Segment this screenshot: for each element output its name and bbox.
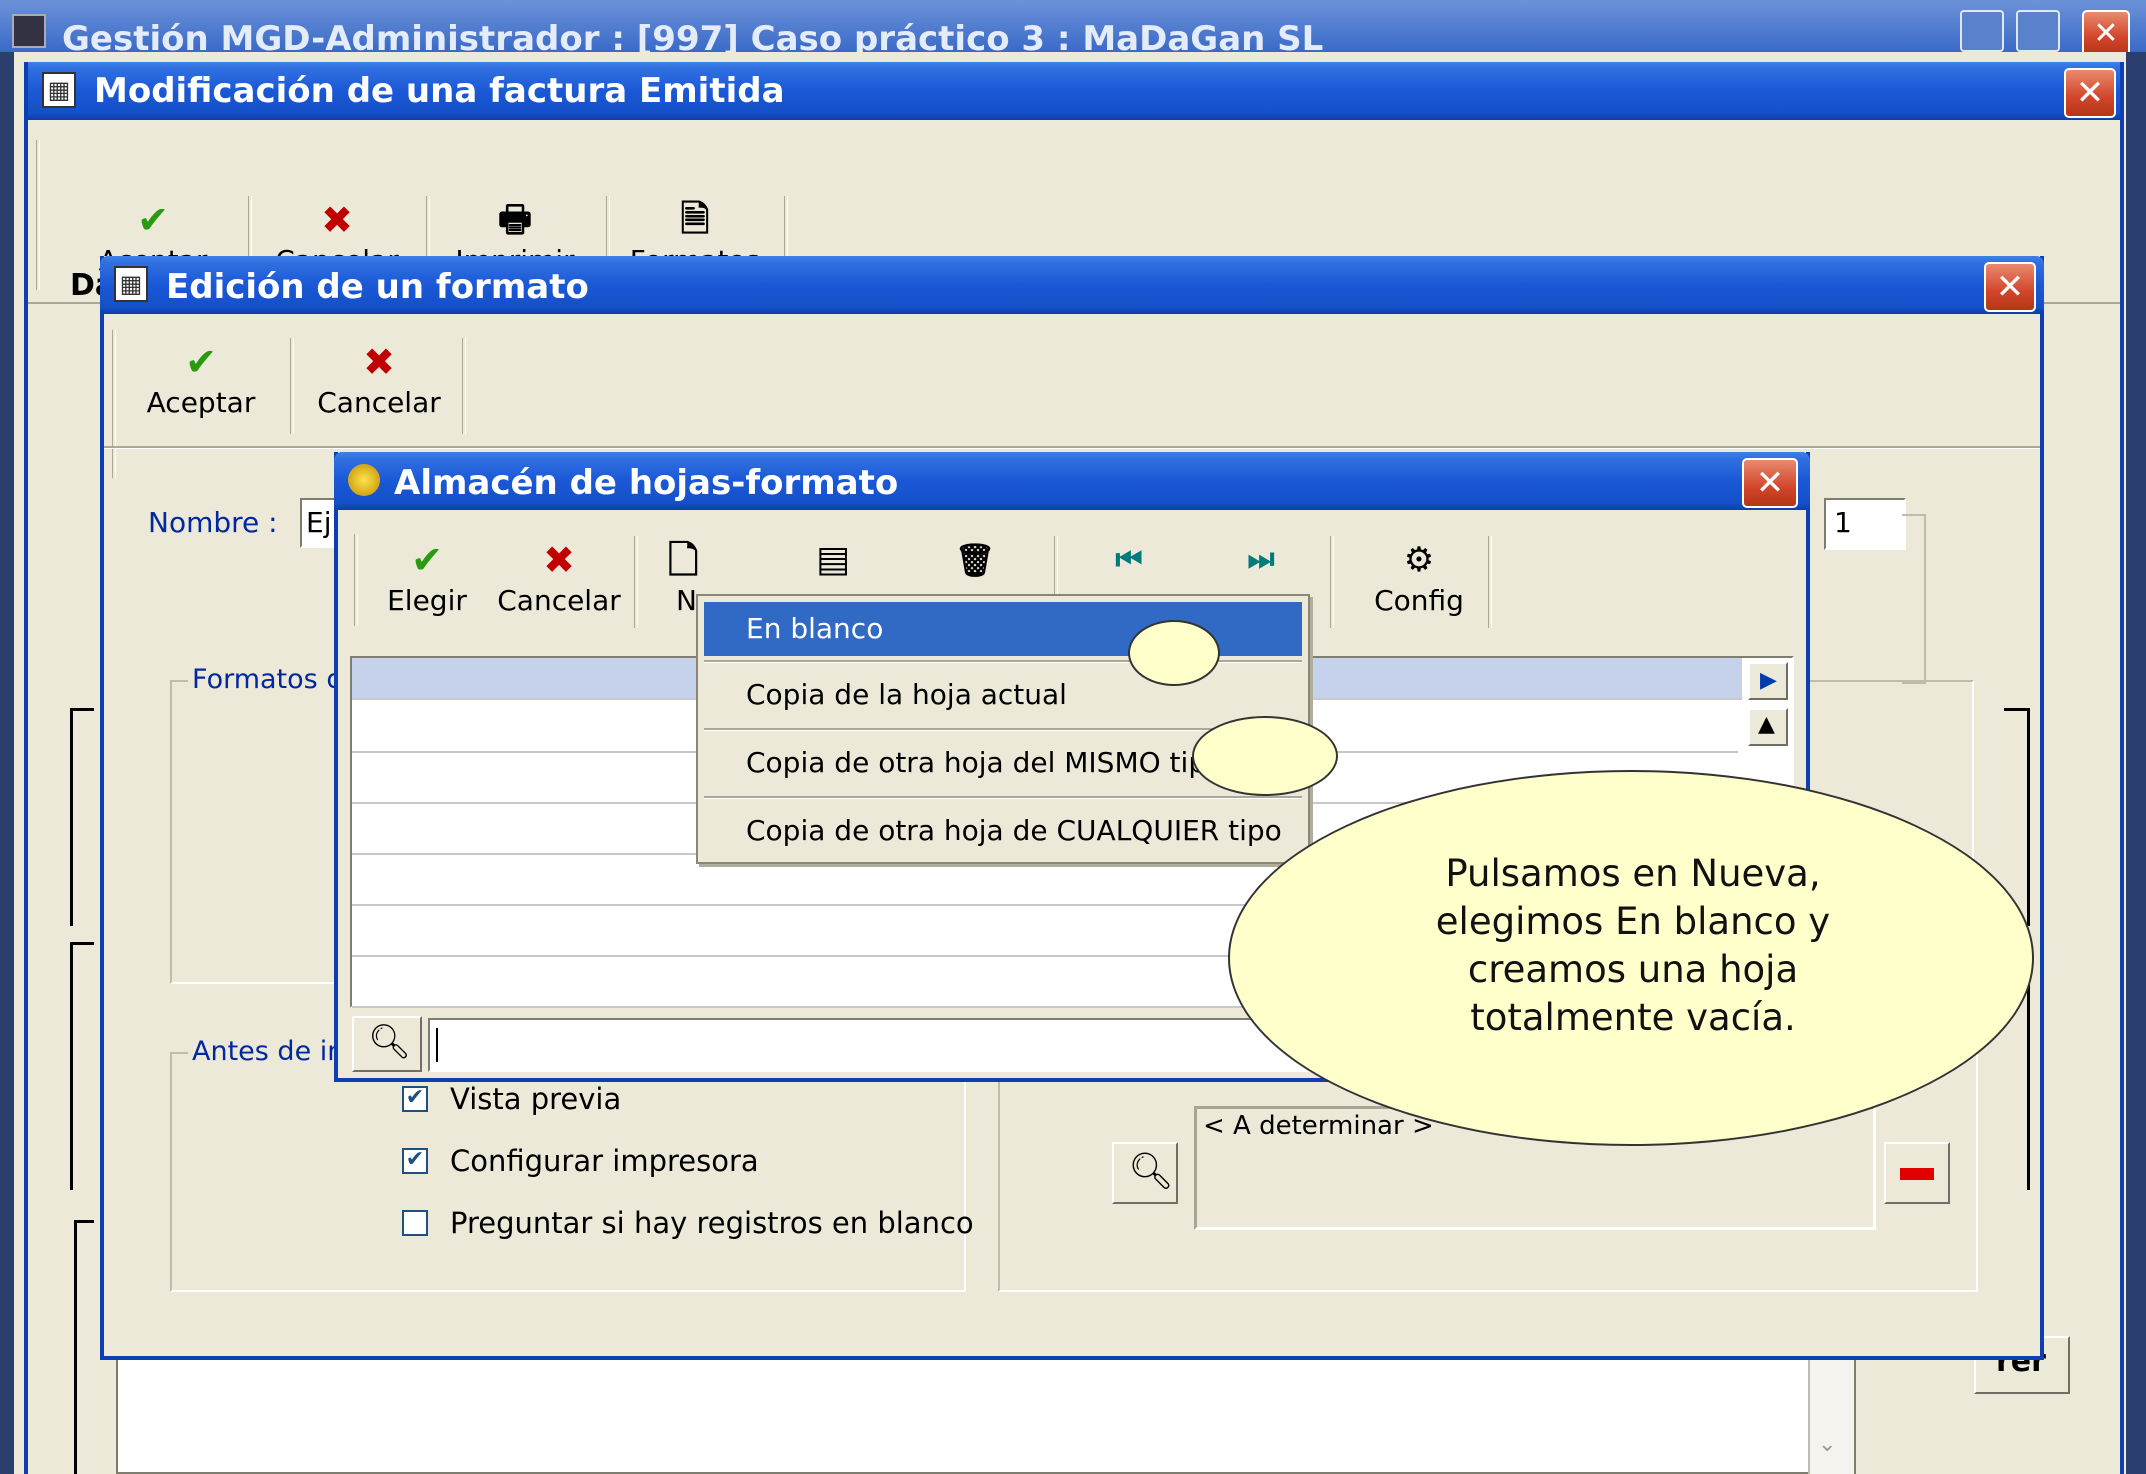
grid-next-column-button[interactable]: ▶ xyxy=(1748,662,1788,700)
formats-group-label: Formatos d xyxy=(188,664,348,696)
main-titlebar: Gestión MGD-Administrador : [997] Caso p… xyxy=(0,0,2146,52)
up-arrow-icon: ▲ xyxy=(1758,712,1775,737)
cancel-label: Cancelar xyxy=(497,584,621,617)
last-record-button[interactable]: ⏭ xyxy=(1216,536,1306,584)
menu-item-blank-label: En blanco xyxy=(746,612,884,645)
first-record-button[interactable]: ⏮ xyxy=(1084,536,1174,584)
choose-button[interactable]: ✔ Elegir xyxy=(362,536,492,618)
minimize-button[interactable] xyxy=(1960,10,2004,52)
delete-button[interactable]: 🗑 xyxy=(940,536,1010,584)
trash-icon: 🗑 xyxy=(954,541,996,579)
notes-scrollbar[interactable]: ⌄ xyxy=(1808,1354,1854,1474)
store-titlebar: Almacén de hojas-formato ✕ xyxy=(334,452,1810,510)
remove-printer-button[interactable] xyxy=(1884,1142,1950,1204)
gear-icon: ⚙ xyxy=(1403,540,1435,580)
callout-text: Pulsamos en Nueva, elegimos En blanco y … xyxy=(1435,852,1831,1039)
new-document-icon: 🗋 xyxy=(668,538,699,582)
format-window-title: Edición de un formato xyxy=(166,267,589,307)
cancel-label: Cancelar xyxy=(317,386,441,419)
app-icon xyxy=(12,14,46,48)
formats-icon: 🗎 xyxy=(680,199,710,240)
sheet-icon: ▤ xyxy=(815,539,850,580)
store-cancel-button[interactable]: ✖ Cancelar xyxy=(494,536,624,618)
config-label: Config xyxy=(1374,584,1464,617)
preview-label: Vista previa xyxy=(450,1082,622,1116)
config-button[interactable]: ⚙ Config xyxy=(1354,536,1484,618)
name-field-value: Ej xyxy=(306,506,332,539)
checkmark-icon: ✔ xyxy=(411,538,443,582)
format-cancel-button[interactable]: ✖ Cancelar xyxy=(294,338,464,420)
callout-dot-medium xyxy=(1192,716,1338,796)
notes-area[interactable]: ⌄ xyxy=(116,1352,1856,1474)
printer-search-button[interactable]: 🔍︎ xyxy=(1112,1142,1178,1204)
text-cursor xyxy=(436,1028,438,1062)
tutorial-callout: Pulsamos en Nueva, elegimos En blanco y … xyxy=(1228,770,2034,1146)
store-close-button[interactable]: ✕ xyxy=(1742,458,1798,508)
window-icon: ▦ xyxy=(42,72,76,108)
restore-button[interactable] xyxy=(2016,10,2060,52)
name-label: Nombre : xyxy=(148,506,278,539)
cross-icon: ✖ xyxy=(543,538,575,582)
printer-icon: 🖶 xyxy=(498,199,532,240)
invoice-window-title: Modificación de una factura Emitida xyxy=(94,71,785,111)
callout-dot-small xyxy=(1128,620,1220,686)
ask-blank-records-checkbox[interactable] xyxy=(402,1210,428,1236)
checkmark-icon: ✔ xyxy=(185,340,217,384)
invoice-close-button[interactable]: ✕ xyxy=(2064,68,2116,118)
checkmark-icon: ✔ xyxy=(137,198,169,242)
left-bracket-2 xyxy=(70,942,94,1190)
before-print-group-label: Antes de im xyxy=(188,1036,358,1068)
format-toolbar-divider xyxy=(104,446,2040,449)
first-icon: ⏮ xyxy=(1115,542,1143,577)
scroll-down-icon[interactable]: ⌄ xyxy=(1818,1432,1836,1457)
invoice-titlebar: ▦ Modificación de una factura Emitida ✕ xyxy=(28,62,2120,120)
ask-blank-records-label: Preguntar si hay registros en blanco xyxy=(450,1206,974,1240)
format-titlebar: ▦ Edición de un formato ✕ xyxy=(100,256,2044,314)
left-bracket-1 xyxy=(70,708,94,926)
accept-label: Aceptar xyxy=(146,386,256,419)
preview-checkbox[interactable]: ✔ xyxy=(402,1086,428,1112)
main-left-border xyxy=(0,52,14,1474)
grid-scroll-up[interactable]: ▲ xyxy=(1748,708,1788,746)
menu-separator xyxy=(704,796,1302,799)
search-icon: 🔍︎ xyxy=(368,1022,412,1062)
edit-sheet-button[interactable]: ▤ xyxy=(798,536,868,584)
configure-printer-label: Configurar impresora xyxy=(450,1144,759,1178)
search-icon: 🔍︎ xyxy=(1128,1151,1174,1192)
configure-printer-checkbox[interactable]: ✔ xyxy=(402,1148,428,1174)
to-determine-text: < A determinar > xyxy=(1203,1111,1434,1141)
menu-item-copy-current-label: Copia de la hoja actual xyxy=(746,678,1067,711)
cross-icon: ✖ xyxy=(321,198,353,242)
main-close-button[interactable]: ✕ xyxy=(2082,10,2130,52)
last-icon: ⏭ xyxy=(1247,542,1275,577)
main-window-title: Gestión MGD-Administrador : [997] Caso p… xyxy=(62,19,1324,52)
format-accept-button[interactable]: ✔ Aceptar xyxy=(116,338,286,420)
format-close-button[interactable]: ✕ xyxy=(1984,262,2036,312)
minus-icon xyxy=(1900,1168,1934,1180)
menu-item-copy-any-type[interactable]: Copia de otra hoja de CUALQUIER tipo xyxy=(704,802,1302,860)
menu-item-copy-any-type-label: Copia de otra hoja de CUALQUIER tipo xyxy=(746,814,1282,847)
gear-icon xyxy=(348,464,380,496)
copies-field[interactable]: 1 xyxy=(1824,498,1906,550)
choose-label: Elegir xyxy=(387,584,467,617)
cross-icon: ✖ xyxy=(363,340,395,384)
right-arrow-icon: ▶ xyxy=(1760,668,1777,693)
store-search-button[interactable]: 🔍︎ xyxy=(352,1016,422,1072)
main-right-border xyxy=(2126,52,2146,1474)
menu-item-copy-current[interactable]: Copia de la hoja actual xyxy=(704,666,1302,724)
store-dialog-title: Almacén de hojas-formato xyxy=(394,463,899,503)
menu-item-copy-same-type-label: Copia de otra hoja del MISMO tipo xyxy=(746,746,1224,779)
right-panel-edge xyxy=(1902,514,1926,684)
left-bracket-panel xyxy=(74,1220,94,1474)
copies-value: 1 xyxy=(1834,506,1852,539)
window-icon: ▦ xyxy=(114,266,148,302)
